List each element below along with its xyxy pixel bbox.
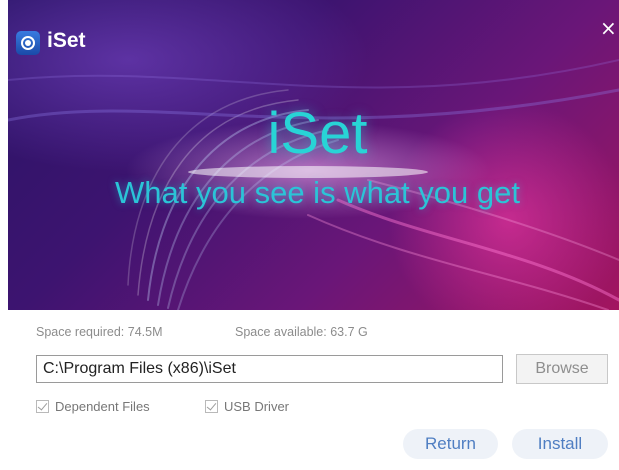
browse-button[interactable]: Browse <box>516 354 608 384</box>
hero-banner: iSet What you see is what you get <box>8 0 619 310</box>
banner-tagline: What you see is what you get <box>115 175 520 210</box>
dependent-files-option: Dependent Files <box>36 399 150 414</box>
install-path-input[interactable]: C:\Program Files (x86)\iSet <box>36 355 503 383</box>
install-button[interactable]: Install <box>512 429 608 459</box>
dependent-files-label: Dependent Files <box>55 399 150 414</box>
space-available-value: 63.7 G <box>330 325 368 339</box>
installer-window: iSet What you see is what you get iSet ×… <box>0 0 619 470</box>
dependent-files-checkbox <box>36 400 49 413</box>
space-required-value: 74.5M <box>127 325 163 339</box>
window-title: iSet <box>47 29 86 52</box>
usb-driver-label: USB Driver <box>224 399 290 414</box>
app-logo-icon <box>16 31 40 55</box>
close-icon[interactable]: × <box>600 18 617 38</box>
return-button[interactable]: Return <box>403 429 498 459</box>
banner-brand-text: iSet <box>267 101 368 166</box>
space-available-label: Space available: <box>235 325 327 339</box>
space-required: Space required: 74.5M <box>36 325 163 339</box>
space-required-label: Space required: <box>36 325 125 339</box>
space-available: Space available: 63.7 G <box>235 325 368 339</box>
usb-driver-option: USB Driver <box>205 399 289 414</box>
usb-driver-checkbox <box>205 400 218 413</box>
